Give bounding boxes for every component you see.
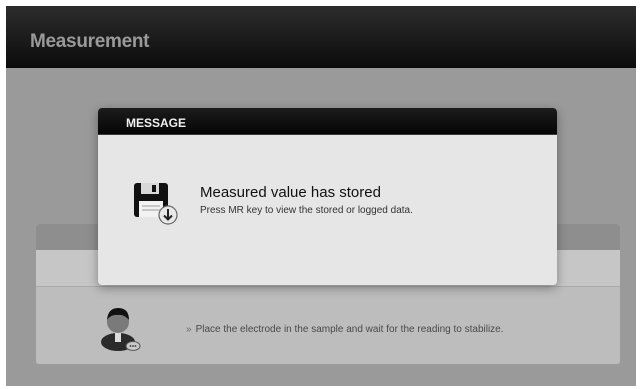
bullet-icon: »	[186, 324, 192, 335]
user-chat-icon	[96, 302, 144, 352]
message-dialog[interactable]: MESSAGE Measured value has stored Press …	[98, 108, 557, 285]
save-disk-icon	[132, 180, 178, 226]
instruction-text: » Place the electrode in the sample and w…	[186, 324, 610, 335]
dialog-title: MESSAGE	[126, 116, 187, 130]
app-window: Measurement » Place the electrode in the …	[6, 6, 636, 386]
page-title: Measurement	[30, 31, 150, 52]
dialog-submessage: Press MR key to view the stored or logge…	[200, 205, 413, 216]
dialog-header: MESSAGE	[98, 108, 557, 135]
dialog-message: Measured value has stored	[200, 184, 381, 201]
instruction-label: Place the electrode in the sample and wa…	[195, 324, 504, 335]
header-bar: Measurement	[6, 6, 636, 68]
